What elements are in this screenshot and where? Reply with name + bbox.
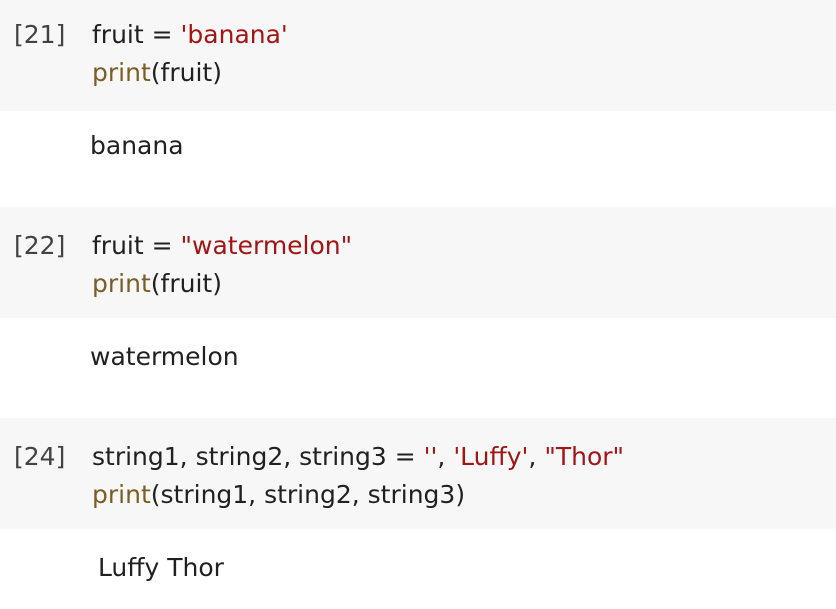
code-line[interactable]: string1, string2, string3 = '', 'Luffy',… <box>92 442 624 472</box>
code-string: 'Luffy' <box>453 442 529 471</box>
code-variables: string1, string2, string3 <box>92 442 387 471</box>
code-separator: , <box>528 442 545 471</box>
cell-menu-icon[interactable]: ⋮ <box>0 281 5 299</box>
code-paren: ( <box>150 480 161 509</box>
code-line[interactable]: fruit = 'banana' <box>92 20 288 50</box>
code-function: print <box>92 269 151 298</box>
code-separator: , <box>437 442 454 471</box>
code-paren: ) <box>455 480 466 509</box>
code-function: print <box>92 480 151 509</box>
code-operator: = <box>143 20 181 49</box>
cell-output: banana <box>0 111 836 207</box>
cell-menu-icon[interactable]: ⋮ <box>0 492 5 510</box>
code-operator: = <box>386 442 424 471</box>
code-cell-input[interactable]: [24] ⋮ string1, string2, string3 = '', '… <box>0 418 836 529</box>
code-argument: string1, string2, string3 <box>160 480 456 509</box>
cell-output: watermelon <box>0 322 836 418</box>
code-argument: fruit <box>160 58 213 87</box>
code-argument: fruit <box>160 269 213 298</box>
code-line[interactable]: print(fruit) <box>92 58 222 88</box>
cell-menu-icon[interactable]: ⋮ <box>0 64 5 82</box>
code-variable: fruit <box>92 231 144 260</box>
code-cell-input[interactable]: [21] ⋮ fruit = 'banana' print(fruit) <box>0 0 836 111</box>
code-variable: fruit <box>92 20 144 49</box>
code-string: 'banana' <box>180 20 288 49</box>
code-string: "Thor" <box>544 442 625 471</box>
code-string: '' <box>423 442 438 471</box>
execution-count: [22] <box>14 231 66 260</box>
code-cell-input[interactable]: [22] ⋮ fruit = "watermelon" print(fruit) <box>0 207 836 318</box>
cell-output: Luffy Thor <box>0 533 836 609</box>
output-text: watermelon <box>90 342 239 371</box>
output-text: banana <box>90 131 184 160</box>
execution-count: [21] <box>14 20 66 49</box>
code-string: "watermelon" <box>180 231 353 260</box>
code-paren: ) <box>212 58 222 87</box>
code-function: print <box>92 58 151 87</box>
code-line[interactable]: print(fruit) <box>92 269 222 299</box>
code-paren: ( <box>150 269 161 298</box>
code-paren: ) <box>212 269 222 298</box>
code-operator: = <box>143 231 181 260</box>
code-line[interactable]: fruit = "watermelon" <box>92 231 352 261</box>
code-paren: ( <box>150 58 161 87</box>
execution-count: [24] <box>14 442 66 471</box>
code-line[interactable]: print(string1, string2, string3) <box>92 480 465 510</box>
output-text: Luffy Thor <box>90 553 224 582</box>
